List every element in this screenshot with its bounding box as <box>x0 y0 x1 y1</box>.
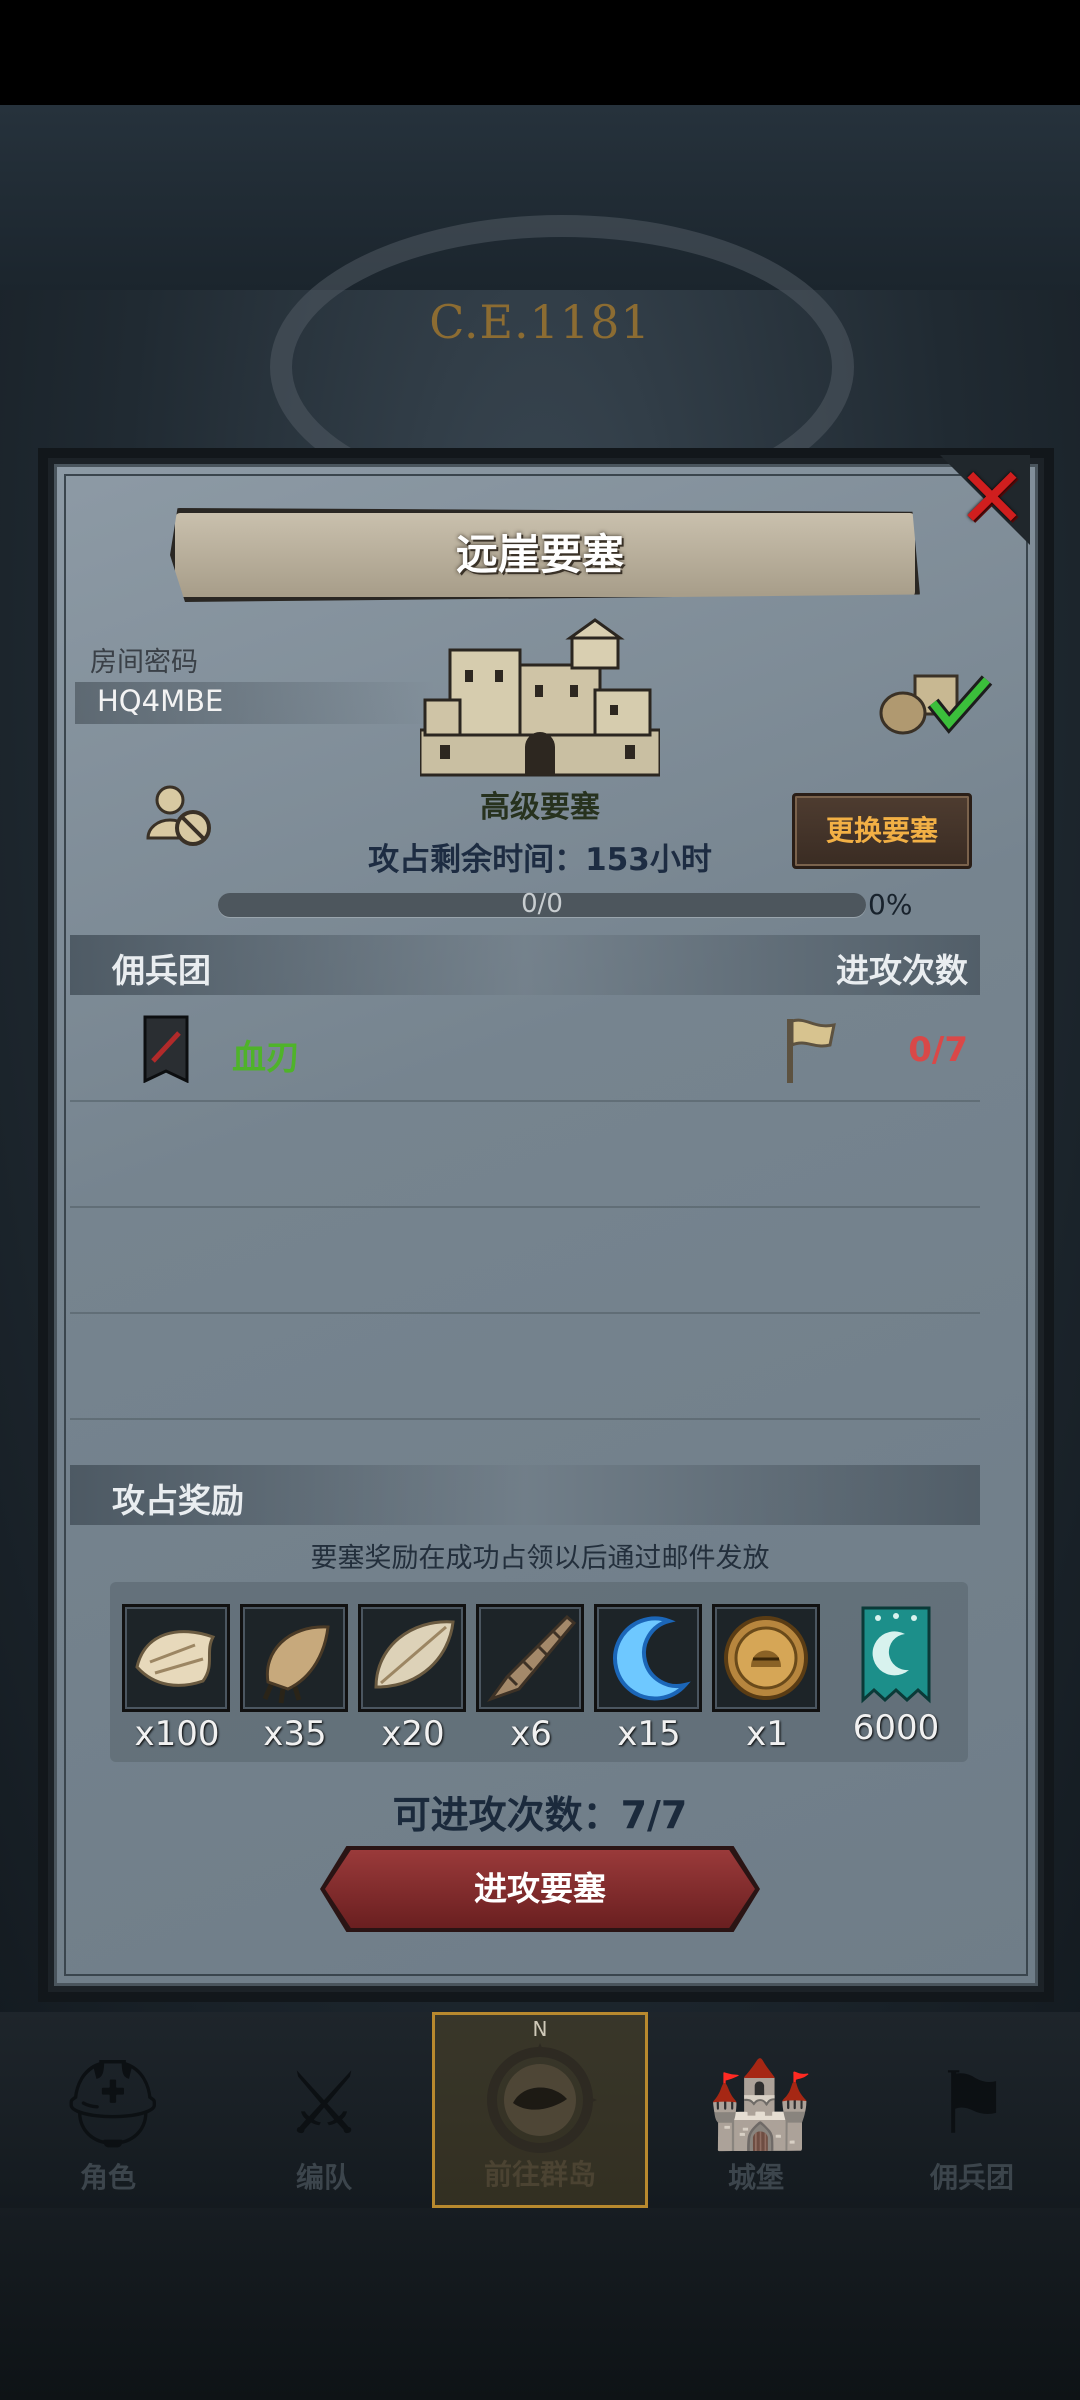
attack-count-header-label: 进攻次数 <box>836 951 968 990</box>
reward-item[interactable]: x1 <box>712 1604 820 1754</box>
nav-character[interactable]: ⛑ 角色 <box>0 2012 216 2208</box>
reward-item[interactable]: 6000 <box>845 1604 953 1748</box>
dialog-title: 远崖要塞 <box>455 530 624 579</box>
row-divider <box>70 1312 980 1314</box>
attack-fortress-label[interactable]: 进攻要塞 <box>325 1850 755 1928</box>
castle-icon <box>420 618 660 777</box>
reward-item[interactable]: x20 <box>358 1604 466 1754</box>
nav-mercenary[interactable]: ⚑ 佣兵团 <box>864 2012 1080 2208</box>
compass-map-icon <box>487 2043 597 2153</box>
progress-count: 0/0 <box>521 889 563 919</box>
reward-qty: x1 <box>746 1714 788 1754</box>
attack-flag-icon <box>787 1018 836 1083</box>
close-icon[interactable]: ✕ <box>952 456 1032 540</box>
available-attacks: 可进攻次数：7/7 <box>392 1793 688 1837</box>
mercenary-name: 血刃 <box>232 1038 300 1078</box>
room-password-label: 房间密码 <box>90 647 198 678</box>
reward-qty: 6000 <box>852 1708 940 1748</box>
knight-helmet-icon: ⛑ <box>58 2054 168 2154</box>
mercenary-flag-icon: ⚑ <box>933 2054 1011 2154</box>
change-fortress-button[interactable]: 更换要塞 <box>792 793 972 869</box>
reward-item[interactable]: x100 <box>122 1604 230 1754</box>
crescent-blade-icon <box>594 1604 702 1712</box>
reward-qty: x100 <box>134 1714 220 1754</box>
bottom-background <box>0 2208 1080 2400</box>
nav-label: 佣兵团 <box>929 2161 1014 2194</box>
row-divider <box>70 1100 980 1102</box>
reward-item[interactable]: x35 <box>240 1604 348 1754</box>
compass-north-label: N <box>532 2017 548 2041</box>
knight-coin-icon <box>712 1604 820 1712</box>
nav-islands[interactable]: N 前往群岛 <box>432 2012 648 2208</box>
mercenary-header-label: 佣兵团 <box>112 951 211 990</box>
nav-label: 城堡 <box>727 2161 784 2194</box>
nav-formation[interactable]: ⚔ 编队 <box>216 2012 432 2208</box>
room-code-value[interactable]: HQ4MBE <box>97 684 223 718</box>
horn-icon <box>476 1604 584 1712</box>
remaining-time: 攻占剩余时间：153小时 <box>368 842 712 878</box>
nav-castle[interactable]: 🏰 城堡 <box>648 2012 864 2208</box>
reward-qty: x35 <box>263 1714 327 1754</box>
nav-label: 前往群岛 <box>483 2158 596 2191</box>
fur-icon <box>122 1604 230 1712</box>
nav-label: 编队 <box>295 2161 352 2194</box>
blood-blade-banner-icon <box>143 1015 189 1083</box>
row-divider <box>70 1206 980 1208</box>
mercenary-attack-count: 0/7 <box>908 1030 968 1070</box>
supplies-check-icon[interactable] <box>875 668 995 738</box>
feather-fur-icon <box>358 1604 466 1712</box>
reward-header-label: 攻占奖励 <box>112 1481 244 1520</box>
guild-banner-icon <box>845 1604 947 1706</box>
row-divider <box>70 1418 980 1420</box>
progress-percent: 0% <box>868 888 913 921</box>
reward-item[interactable]: x15 <box>594 1604 702 1754</box>
nav-label: 角色 <box>79 2161 136 2194</box>
era-label: C.E.1181 <box>429 295 651 349</box>
claw-icon <box>240 1604 348 1712</box>
reward-item[interactable]: x6 <box>476 1604 584 1754</box>
fortress-grade-label: 高级要塞 <box>480 790 600 825</box>
reward-qty: x15 <box>617 1714 681 1754</box>
no-player-icon[interactable] <box>145 782 215 852</box>
formation-icon: ⚔ <box>285 2054 363 2154</box>
reward-qty: x20 <box>381 1714 445 1754</box>
status-bar <box>0 0 1080 105</box>
reward-qty: x6 <box>510 1714 552 1754</box>
reward-note: 要塞奖励在成功占领以后通过邮件发放 <box>310 1543 770 1574</box>
castle-icon: 🏰 <box>706 2054 814 2154</box>
